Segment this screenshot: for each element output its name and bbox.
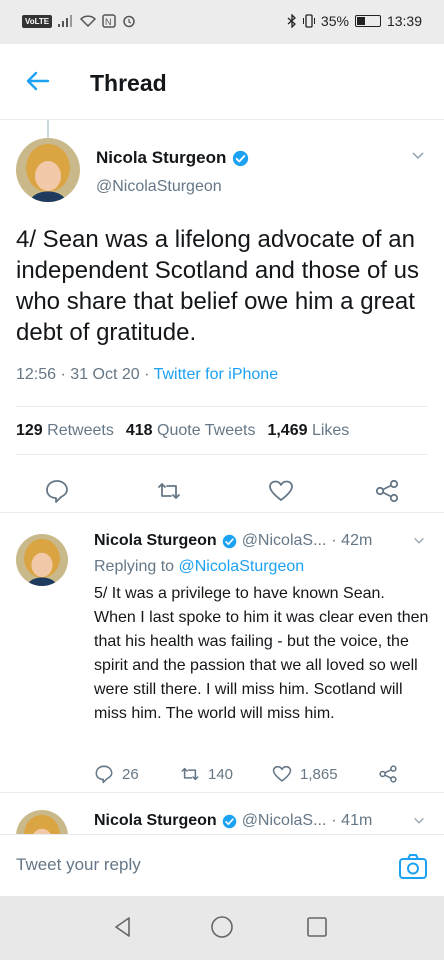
tweet-age: · 41m <box>331 812 373 829</box>
share-icon[interactable] <box>374 478 400 504</box>
alarm-icon <box>123 15 135 28</box>
retweet-icon <box>181 767 199 781</box>
replying-to-handle[interactable]: @NicolaSturgeon <box>179 558 305 575</box>
nav-back-icon[interactable] <box>110 914 136 940</box>
like-action[interactable]: 1,865 <box>272 764 378 784</box>
chevron-down-icon[interactable] <box>410 148 426 164</box>
reply-header: Nicola Sturgeon @NicolaS... · 42m <box>94 532 372 550</box>
nav-home-icon[interactable] <box>209 914 235 940</box>
retweets-stat[interactable]: 129 Retweets <box>16 422 114 440</box>
likes-count: 1,469 <box>267 422 308 439</box>
divider <box>0 792 444 793</box>
reply-header: Nicola Sturgeon @NicolaS... · 41m <box>94 812 372 830</box>
like-count: 1,865 <box>300 765 338 783</box>
back-arrow-icon[interactable] <box>22 66 52 96</box>
quotes-label: Quote Tweets <box>157 422 256 439</box>
status-left: VoLTE N <box>22 14 136 28</box>
signal-icon <box>58 15 73 27</box>
share-icon <box>379 765 397 783</box>
tweet-actions <box>0 470 444 510</box>
reply-composer[interactable]: Tweet your reply <box>0 834 444 896</box>
verified-badge-icon <box>233 150 249 166</box>
battery-icon <box>354 15 381 27</box>
nav-recents-icon[interactable] <box>304 914 330 940</box>
page-title: Thread <box>90 70 167 96</box>
bluetooth-icon <box>287 14 296 28</box>
tweet-meta: 12:56 · 31 Oct 20 · Twitter for iPhone <box>16 366 278 384</box>
retweet-count: 140 <box>208 765 234 783</box>
tweet-text: 4/ Sean was a lifelong advocate of an in… <box>16 226 419 346</box>
volte-badge: VoLTE <box>22 14 53 28</box>
avatar[interactable] <box>16 138 80 202</box>
quotes-stat[interactable]: 418 Quote Tweets <box>126 422 256 440</box>
tweet-source-link[interactable]: Twitter for iPhone <box>154 366 279 383</box>
divider <box>16 406 428 407</box>
reply-tweet[interactable]: Nicola Sturgeon @NicolaS... · 42m Replyi… <box>0 520 444 790</box>
divider <box>0 512 444 513</box>
svg-text:N: N <box>105 17 112 27</box>
avatar[interactable] <box>16 534 68 586</box>
likes-stat[interactable]: 1,469 Likes <box>267 422 349 440</box>
retweet-icon[interactable] <box>156 478 182 504</box>
author-handle[interactable]: @NicolaS... <box>242 532 327 550</box>
tweet-actions: 26 140 1,865 <box>94 764 398 784</box>
system-nav-bar <box>0 896 444 960</box>
vibrate-icon <box>302 14 315 28</box>
avatar[interactable] <box>16 810 68 834</box>
nfc-icon: N <box>102 14 116 28</box>
tweet-time: 12:56 <box>16 366 57 383</box>
like-icon[interactable] <box>268 478 294 504</box>
tweet-text: 5/ It was a privilege to have known Sean… <box>94 585 429 722</box>
author-handle[interactable]: @NicolaS... <box>242 812 327 830</box>
camera-icon[interactable] <box>398 853 428 881</box>
status-right: 35% 13:39 <box>287 13 422 29</box>
author-handle[interactable]: @NicolaSturgeon <box>96 178 222 196</box>
likes-label: Likes <box>311 422 350 439</box>
battery-percent: 35% <box>320 13 349 29</box>
author-row: Nicola Sturgeon <box>96 148 249 168</box>
share-action[interactable] <box>378 764 398 784</box>
replying-prefix: Replying to <box>94 558 175 575</box>
tweet-stats: 129 Retweets 418 Quote Tweets 1,469 Like… <box>16 422 349 440</box>
verified-badge-icon <box>222 534 236 548</box>
app-bar: Thread <box>0 44 444 120</box>
clock: 13:39 <box>386 13 422 29</box>
tweet-date: 31 Oct 20 <box>70 366 140 383</box>
retweet-action[interactable]: 140 <box>180 764 272 784</box>
reply-action[interactable]: 26 <box>94 764 180 784</box>
tweet-age: · 42m <box>331 532 373 549</box>
reply-icon <box>95 765 113 784</box>
reply-input[interactable]: Tweet your reply <box>16 855 141 875</box>
divider <box>16 454 428 455</box>
next-tweet[interactable]: Nicola Sturgeon @NicolaS... · 41m <box>0 800 444 834</box>
retweets-count: 129 <box>16 422 43 439</box>
chevron-down-icon[interactable] <box>412 814 426 828</box>
reply-icon[interactable] <box>44 478 70 504</box>
meta-separator: · <box>60 366 71 383</box>
battery-fill <box>356 17 366 25</box>
like-icon <box>272 765 292 782</box>
thread-connector <box>47 120 49 138</box>
retweets-label: Retweets <box>47 422 114 439</box>
verified-badge-icon <box>222 814 236 828</box>
chevron-down-icon[interactable] <box>412 534 426 548</box>
wifi-icon <box>80 15 97 27</box>
author-name[interactable]: Nicola Sturgeon <box>94 812 217 830</box>
reply-count: 26 <box>122 765 139 783</box>
quotes-count: 418 <box>125 422 153 439</box>
status-bar: VoLTE N 35% 13:39 <box>0 0 444 44</box>
replying-to: Replying to @NicolaSturgeon <box>94 558 304 576</box>
meta-separator: · <box>144 366 154 383</box>
author-name[interactable]: Nicola Sturgeon <box>94 532 217 550</box>
author-name[interactable]: Nicola Sturgeon <box>96 148 226 168</box>
